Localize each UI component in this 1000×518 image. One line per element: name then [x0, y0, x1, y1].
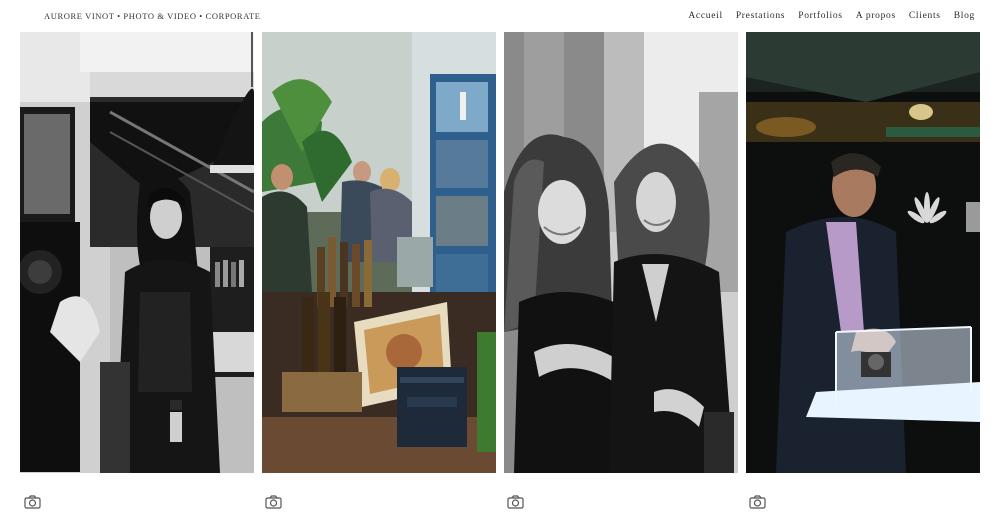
nav-item-a-propos[interactable]: A propos: [856, 11, 896, 21]
camera-icon[interactable]: [749, 495, 766, 509]
gallery-photo-2[interactable]: [262, 32, 496, 473]
camera-icon[interactable]: [24, 495, 41, 509]
photo-woman-bar: [20, 32, 254, 473]
site-header: AURORE VINOT • PHOTO & VIDEO • CORPORATE…: [0, 0, 1000, 32]
site-brand[interactable]: AURORE VINOT • PHOTO & VIDEO • CORPORATE: [44, 11, 261, 21]
nav-item-prestations[interactable]: Prestations: [736, 11, 785, 21]
photo-event-bar: [262, 32, 496, 473]
gallery-photo-4[interactable]: [746, 32, 980, 473]
photo-display-case: [746, 32, 980, 473]
nav-item-accueil[interactable]: Accueil: [688, 11, 722, 21]
gallery-photo-3[interactable]: [504, 32, 738, 473]
main-nav: Accueil Prestations Portfolios A propos …: [688, 11, 975, 21]
nav-item-portfolios[interactable]: Portfolios: [798, 11, 842, 21]
photo-two-women: [504, 32, 738, 473]
gallery-photo-1[interactable]: [20, 32, 254, 473]
camera-icon[interactable]: [507, 495, 524, 509]
photo-gallery: [20, 32, 980, 473]
nav-item-clients[interactable]: Clients: [909, 11, 941, 21]
nav-item-blog[interactable]: Blog: [954, 11, 975, 21]
camera-icon[interactable]: [265, 495, 282, 509]
